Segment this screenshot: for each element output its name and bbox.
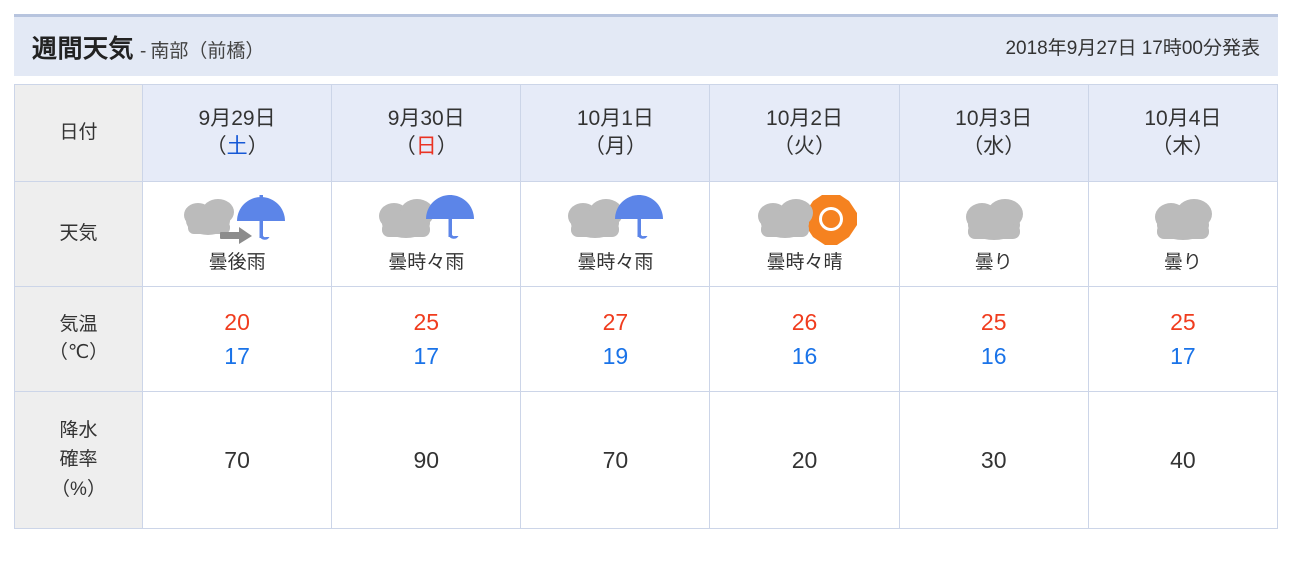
date-text-1: 9月30日: [387, 106, 465, 130]
row-label-date: 日付: [14, 84, 143, 182]
dow-line-5: （木）: [1151, 135, 1215, 158]
temp-low-5: 17: [1170, 343, 1196, 369]
row-label-temperature-line1: 気温: [59, 314, 98, 336]
weather-cell-2: 曇時々雨: [520, 181, 711, 287]
weather-text-3: 曇時々晴: [766, 251, 843, 273]
table-row-date: 日付 9月29日 （土） 9月30日 （日） 10月1日 （月） 10月2日 （…: [14, 84, 1279, 182]
temp-high-4: 25: [980, 308, 1007, 335]
cloud-umbrella-icon: [521, 194, 709, 245]
date-text-4: 10月3日: [955, 106, 1033, 130]
row-label-precipitation-line1: 降水: [59, 419, 98, 441]
precipitation-cell-0: 70: [141, 391, 333, 529]
dow-line-0: （土）: [205, 135, 269, 158]
cloud-icon: [900, 195, 1088, 245]
precipitation-cell-4: 30: [898, 391, 1089, 529]
temp-low-2: 19: [602, 343, 629, 369]
dow-text-3: 火: [794, 135, 816, 158]
weather-cell-5: 曇り: [1087, 181, 1279, 287]
weather-cell-0: 曇後雨: [141, 181, 333, 287]
forecast-header: 週間天気 - 南部（前橋） 2018年9月27日 17時00分発表: [14, 14, 1278, 76]
temp-low-3: 16: [791, 343, 818, 369]
temperature-cell-0: 20 17: [141, 286, 333, 392]
temp-low-1: 17: [413, 343, 440, 369]
cloud-arrow-umbrella-icon: [143, 194, 331, 245]
date-text-3: 10月2日: [766, 106, 844, 130]
row-label-temperature-line2: （℃）: [48, 342, 109, 363]
forecast-header-left: 週間天気 - 南部（前橋）: [32, 29, 264, 65]
date-cell-3: 10月2日 （火）: [709, 84, 900, 182]
precipitation-cell-5: 40: [1087, 391, 1279, 529]
cloud-icon: [1089, 195, 1277, 245]
weather-text-1: 曇時々雨: [388, 251, 465, 273]
row-label-temperature: 気温 （℃）: [14, 286, 143, 392]
weather-text-2: 曇時々雨: [577, 251, 654, 273]
date-cell-2: 10月1日 （月）: [520, 84, 711, 182]
temp-high-5: 25: [1170, 308, 1196, 335]
date-text-0: 9月29日: [198, 106, 276, 130]
temp-high-3: 26: [791, 308, 818, 335]
weather-cell-1: 曇時々雨: [331, 181, 522, 287]
region-label: 南部（前橋）: [150, 40, 265, 62]
announcement-timestamp: 2018年9月27日 17時00分発表: [1005, 38, 1260, 59]
temp-high-0: 20: [224, 308, 250, 335]
date-cell-1: 9月30日 （日）: [331, 84, 522, 182]
page-title: 週間天気: [32, 34, 135, 63]
dow-text-0: 土: [226, 135, 248, 158]
dow-line-3: （火）: [773, 135, 837, 158]
temp-high-2: 27: [602, 308, 629, 335]
temp-high-1: 25: [413, 308, 440, 335]
weather-cell-3: 曇時々晴: [709, 181, 900, 287]
date-text-2: 10月1日: [576, 106, 654, 130]
dow-text-5: 木: [1172, 135, 1194, 158]
temperature-cell-1: 25 17: [331, 286, 522, 392]
date-cell-0: 9月29日 （土）: [141, 84, 333, 182]
weekly-forecast-table: 日付 9月29日 （土） 9月30日 （日） 10月1日 （月） 10月2日 （…: [14, 84, 1279, 529]
cloud-umbrella-icon: [332, 194, 520, 245]
weather-cell-4: 曇り: [898, 181, 1089, 287]
table-row-weather: 天気 曇後雨 曇時々雨 曇時々雨 曇時々晴 曇り 曇り: [14, 181, 1279, 287]
temperature-cell-2: 27 19: [520, 286, 711, 392]
dow-text-1: 日: [415, 135, 437, 158]
row-label-precipitation: 降水 確率 （%）: [14, 391, 143, 529]
weekly-forecast-page: 週間天気 - 南部（前橋） 2018年9月27日 17時00分発表 日付 9月2…: [0, 0, 1292, 564]
date-cell-4: 10月3日 （水）: [898, 84, 1089, 182]
row-label-precipitation-line3: （%）: [51, 478, 106, 500]
row-label-precipitation-line2: 確率: [59, 449, 98, 471]
dow-line-4: （水）: [962, 135, 1026, 158]
temp-low-0: 17: [224, 343, 250, 369]
temperature-cell-5: 25 17: [1087, 286, 1279, 392]
dow-line-2: （月）: [583, 135, 647, 158]
row-label-weather: 天気: [14, 181, 143, 287]
table-row-precipitation: 降水 確率 （%） 70 90 70 20 30 40: [14, 391, 1279, 529]
weather-text-4: 曇り: [974, 251, 1013, 273]
weather-text-5: 曇り: [1163, 251, 1202, 273]
precipitation-cell-1: 90: [331, 391, 522, 529]
weather-text-0: 曇後雨: [208, 251, 266, 273]
dow-text-2: 月: [604, 135, 626, 158]
table-row-temperature: 気温 （℃） 20 17 25 17 27 19 26 16 25 16 25 …: [14, 286, 1279, 392]
temperature-cell-3: 26 16: [709, 286, 900, 392]
date-text-5: 10月4日: [1144, 106, 1222, 130]
dow-text-4: 水: [983, 135, 1005, 158]
date-cell-5: 10月4日 （木）: [1087, 84, 1279, 182]
temp-low-4: 16: [980, 343, 1007, 369]
temperature-cell-4: 25 16: [898, 286, 1089, 392]
precipitation-cell-3: 20: [709, 391, 900, 529]
precipitation-cell-2: 70: [520, 391, 711, 529]
cloud-sun-icon: [710, 194, 898, 245]
dow-line-1: （日）: [394, 135, 458, 158]
title-separator: -: [140, 40, 147, 62]
